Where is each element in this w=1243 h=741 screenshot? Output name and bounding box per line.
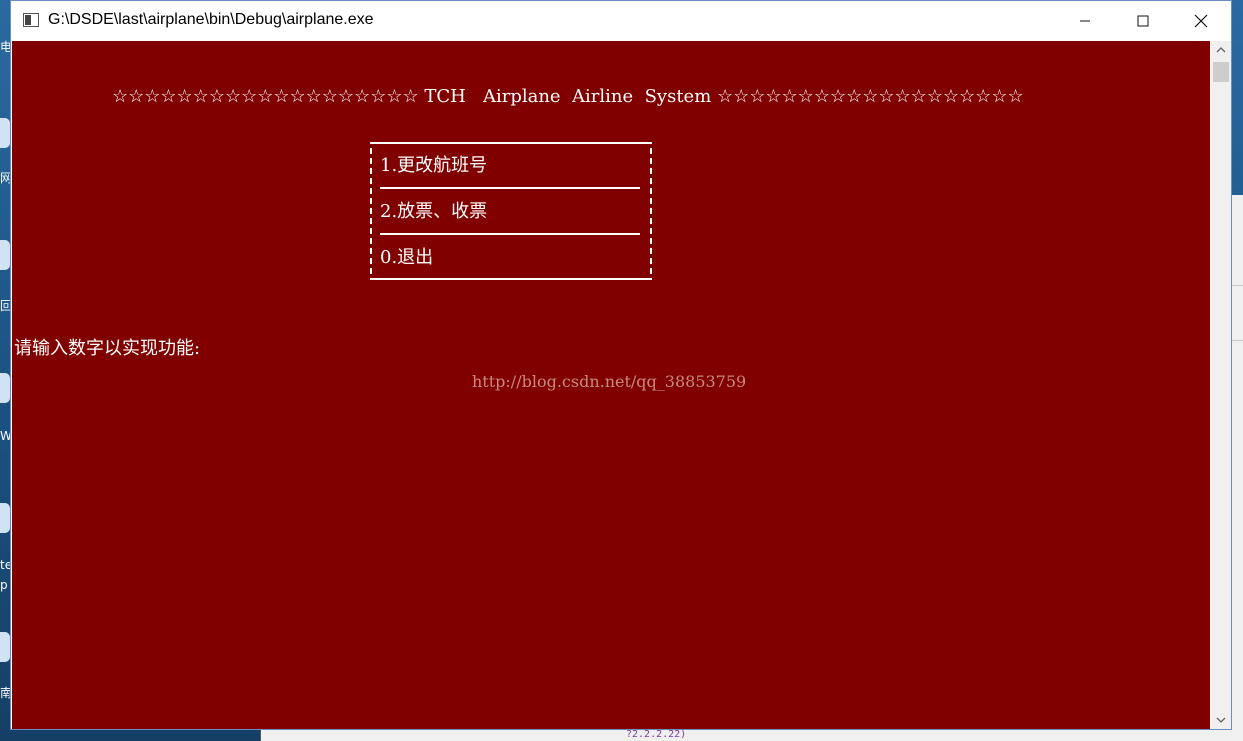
background-window-divider [1232,340,1243,341]
browser-icon[interactable] [0,503,10,533]
scroll-down-button[interactable] [1211,711,1231,729]
app-icon[interactable] [0,373,10,403]
console-output[interactable]: ☆☆☆☆☆☆☆☆☆☆☆☆☆☆☆☆☆☆☆ TCH Airplane Airline… [12,41,1210,729]
chevron-up-icon [1216,47,1226,53]
menu-item-release-tickets[interactable]: 2.放票、收票 [380,201,487,223]
window-title: G:\DSDE\last\airplane\bin\Debug\airplane… [48,11,374,28]
watermark-url: http://blog.csdn.net/qq_38853759 [472,372,747,391]
maximize-icon [1137,15,1149,26]
desktop-icon-label: p [0,578,8,592]
console-window: G:\DSDE\last\airplane\bin\Debug\airplane… [10,0,1232,730]
menu-divider [380,187,640,189]
input-prompt: 请输入数字以实现功能: [14,338,201,359]
recycle-bin-icon[interactable] [0,240,10,270]
background-window-text: ?2.2.2.22) [626,729,687,740]
scroll-up-button[interactable] [1211,41,1231,59]
minimize-icon [1080,20,1090,21]
close-button[interactable] [1172,1,1230,40]
minimize-button[interactable] [1056,1,1114,40]
banner-text: ☆☆☆☆☆☆☆☆☆☆☆☆☆☆☆☆☆☆☆ TCH Airplane Airline… [112,86,1024,107]
maximize-button[interactable] [1114,1,1172,40]
background-window-divider [1232,285,1243,286]
app2-icon[interactable] [0,632,10,662]
chevron-down-icon [1216,717,1226,723]
scrollbar-thumb[interactable] [1213,62,1229,82]
vertical-scrollbar[interactable] [1211,41,1231,729]
main-menu: 1.更改航班号 2.放票、收票 0.退出 [370,142,652,280]
menu-divider [380,233,640,235]
menu-item-exit[interactable]: 0.退出 [380,247,433,269]
background-window-edge [1232,195,1243,741]
title-bar[interactable]: G:\DSDE\last\airplane\bin\Debug\airplane… [11,1,1231,40]
network-icon[interactable] [0,118,10,148]
console-app-icon[interactable] [23,13,39,27]
close-icon [1194,14,1208,27]
menu-item-change-flight[interactable]: 1.更改航班号 [380,155,487,177]
